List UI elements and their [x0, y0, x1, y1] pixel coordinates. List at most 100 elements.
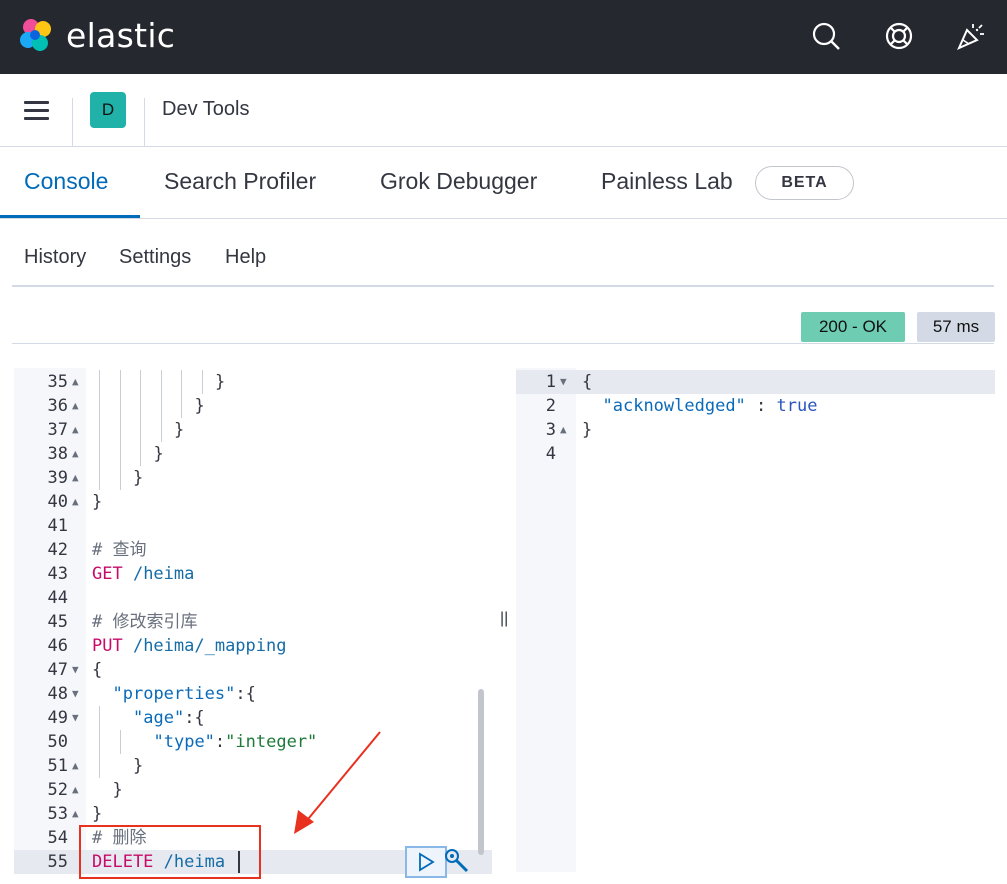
fold-collapse-icon[interactable]: ▲	[72, 370, 79, 394]
code-line[interactable]: 41	[14, 514, 492, 538]
tab-console[interactable]: Console	[24, 168, 108, 195]
code-line[interactable]: 46 PUT /heima/_mapping	[14, 634, 492, 658]
indent-guide	[181, 370, 183, 394]
tab-search-profiler[interactable]: Search Profiler	[164, 168, 316, 195]
indent-guide	[99, 370, 101, 394]
elastic-logo-icon[interactable]	[18, 16, 56, 54]
line-number: 47	[47, 660, 68, 680]
indent-guide	[140, 442, 142, 466]
indent-guide	[119, 442, 121, 466]
help-lifebuoy-icon[interactable]	[883, 20, 915, 52]
wrench-icon[interactable]	[444, 848, 470, 874]
code-line[interactable]: 1 ▼ {	[516, 370, 995, 394]
code-text: }	[195, 394, 205, 418]
fold-expanded-icon[interactable]: ▼	[72, 682, 79, 706]
indent-guide	[99, 442, 101, 466]
fold-collapse-icon[interactable]: ▲	[72, 778, 79, 802]
fold-collapse-icon[interactable]: ▲	[72, 394, 79, 418]
code-token: "age"	[133, 708, 185, 728]
indent-guide	[99, 394, 101, 418]
code-text: }	[92, 802, 102, 826]
code-token: }	[112, 780, 123, 800]
code-line[interactable]: 53 ▲}	[14, 802, 492, 826]
indent-guide	[119, 394, 121, 418]
indent-guide	[119, 370, 121, 394]
code-line[interactable]: 39 ▲}	[14, 466, 492, 490]
code-text: # 修改索引库	[92, 610, 197, 634]
code-token: "type"	[153, 732, 215, 752]
code-token: }	[133, 756, 144, 776]
code-line[interactable]: 38 ▲}	[14, 442, 492, 466]
code-line[interactable]: 37 ▲}	[14, 418, 492, 442]
indent-guide	[99, 730, 101, 754]
code-line[interactable]: 48 ▼ "properties":{	[14, 682, 492, 706]
newsfeed-cheer-icon[interactable]	[955, 20, 987, 52]
fold-collapse-icon[interactable]: ▲	[72, 802, 79, 826]
fold-collapse-icon[interactable]: ▲	[560, 418, 567, 442]
line-number: 48	[47, 684, 68, 704]
line-number: 54	[47, 828, 68, 848]
code-line[interactable]: 35 ▲}	[14, 370, 492, 394]
fold-collapse-icon[interactable]: ▲	[72, 490, 79, 514]
code-line[interactable]: 47 ▼ {	[14, 658, 492, 682]
code-token: PUT	[92, 636, 123, 656]
send-request-button[interactable]	[405, 846, 447, 878]
menu-toggle-icon[interactable]	[24, 101, 49, 121]
line-number: 1	[545, 372, 556, 392]
code-line[interactable]: 44	[14, 586, 492, 610]
editor-scrollbar[interactable]	[478, 689, 484, 855]
line-number: 2	[545, 396, 556, 416]
response-editor: 1 ▼{2 "acknowledged" : true 3 ▲} 4	[516, 368, 995, 872]
code-line[interactable]: 45 # 修改索引库	[14, 610, 492, 634]
indent-guide	[99, 754, 101, 778]
request-editor[interactable]: 35 ▲} 36 ▲} 37 ▲} 38 ▲} 39 ▲} 40 ▲} 41 42 # 查询 43 GET /h…	[14, 368, 492, 874]
code-token: }	[92, 492, 103, 512]
divider	[144, 98, 145, 146]
help-link[interactable]: Help	[225, 246, 266, 269]
tab-painless-lab[interactable]: Painless Lab	[601, 168, 733, 195]
tab-grok-debugger[interactable]: Grok Debugger	[380, 168, 537, 195]
fold-collapse-icon[interactable]: ▲	[72, 442, 79, 466]
code-line[interactable]: 4	[516, 442, 995, 466]
fold-collapse-icon[interactable]: ▲	[72, 754, 79, 778]
line-number: 43	[47, 564, 68, 584]
code-line[interactable]: 51 ▲}	[14, 754, 492, 778]
code-line[interactable]: 42 # 查询	[14, 538, 492, 562]
fold-expanded-icon[interactable]: ▼	[560, 370, 567, 394]
search-icon[interactable]	[810, 20, 842, 52]
code-token: :	[214, 732, 226, 752]
fold-collapse-icon[interactable]: ▲	[72, 466, 79, 490]
code-text: GET /heima	[92, 562, 194, 586]
code-line[interactable]: 40 ▲}	[14, 490, 492, 514]
code-text: }	[154, 442, 164, 466]
code-line[interactable]: 49 ▼ "age":{	[14, 706, 492, 730]
code-line[interactable]: 50 "type":"integer"	[14, 730, 492, 754]
space-avatar[interactable]: D	[90, 92, 126, 128]
code-line[interactable]: 52 ▲}	[14, 778, 492, 802]
code-text: "properties":{	[113, 682, 256, 706]
line-number: 37	[47, 420, 68, 440]
code-token: # 修改索引库	[92, 612, 198, 632]
history-link[interactable]: History	[24, 246, 86, 269]
pane-resizer-icon[interactable]: ||	[500, 610, 508, 630]
beta-badge: BETA	[755, 166, 854, 200]
settings-link[interactable]: Settings	[119, 246, 191, 269]
fold-expanded-icon[interactable]: ▼	[72, 706, 79, 730]
code-line[interactable]: 36 ▲}	[14, 394, 492, 418]
submenu-divider	[12, 285, 994, 287]
code-line[interactable]: 3 ▲}	[516, 418, 995, 442]
indent-guide	[99, 466, 101, 490]
indent-guide	[160, 370, 162, 394]
indent-guide	[160, 418, 162, 442]
code-text: {	[92, 658, 102, 682]
indent-guide	[140, 370, 142, 394]
code-line[interactable]: 2 "acknowledged" : true	[516, 394, 995, 418]
code-token: }	[194, 396, 205, 416]
brand-name[interactable]: elastic	[66, 16, 175, 55]
code-line[interactable]: 43 GET /heima	[14, 562, 492, 586]
line-number: 3	[545, 420, 556, 440]
fold-expanded-icon[interactable]: ▼	[72, 658, 79, 682]
breadcrumb-bar	[0, 74, 1007, 147]
fold-collapse-icon[interactable]: ▲	[72, 418, 79, 442]
indent-guide	[201, 370, 203, 394]
